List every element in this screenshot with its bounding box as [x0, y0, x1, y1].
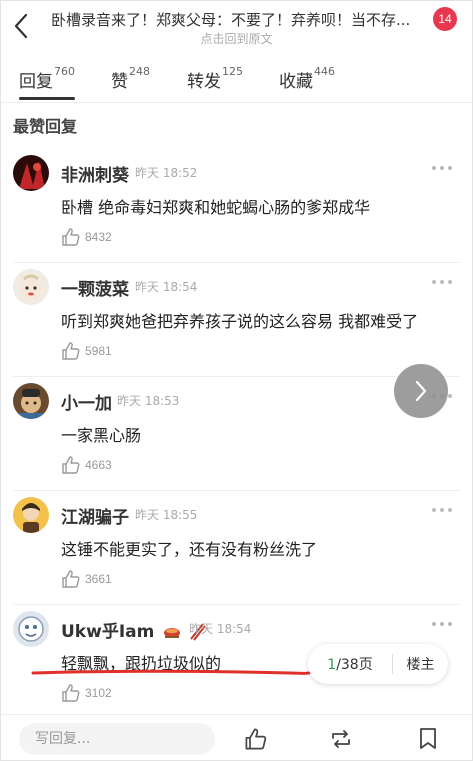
- like-button[interactable]: 3661: [61, 568, 112, 590]
- avatar[interactable]: [13, 611, 49, 647]
- like-post-button[interactable]: [243, 726, 269, 752]
- comment-text: 一家黑心肠: [61, 426, 142, 445]
- tab-replies[interactable]: 回复760: [19, 65, 75, 92]
- comment-item[interactable]: 非洲刺葵 昨天 18:52 卧槽 绝命毒妇郑爽和她蛇蝎心肠的爹郑成华 8432: [1, 149, 472, 263]
- avatar[interactable]: [13, 383, 49, 419]
- comment-text: 卧槽 绝命毒妇郑爽和她蛇蝎心肠的爹郑成华: [61, 198, 371, 217]
- username[interactable]: 小一加: [61, 389, 112, 414]
- bookmark-button[interactable]: [415, 726, 441, 752]
- repost-button[interactable]: [328, 726, 354, 752]
- tab-count: 248: [129, 65, 150, 78]
- username-text: Ukw乎Iam: [61, 622, 155, 642]
- tab-bar: 回复760 赞248 转发125 收藏446: [1, 59, 472, 101]
- thumbs-up-icon: [245, 728, 267, 750]
- tab-count: 760: [54, 65, 75, 78]
- post-title[interactable]: 卧槽录音来了！郑爽父母：不要了！弃养呗！当不存...: [51, 9, 411, 30]
- total-pages: /38页: [336, 657, 373, 673]
- tab-label: 赞: [111, 72, 128, 92]
- more-options-button[interactable]: [432, 619, 452, 629]
- thumbs-up-icon: [62, 684, 80, 702]
- tab-label: 转发: [187, 72, 221, 92]
- username[interactable]: Ukw乎Iam: [61, 617, 206, 642]
- more-options-button[interactable]: [432, 163, 452, 173]
- current-page: 1: [327, 657, 337, 673]
- timestamp: 昨天 18:54: [189, 622, 252, 636]
- like-button[interactable]: 5981: [61, 340, 112, 362]
- page-indicator[interactable]: 1/38页: [308, 654, 392, 674]
- red-underline-annotation: [31, 669, 311, 675]
- timestamp: 昨天 18:54: [135, 280, 198, 294]
- avatar[interactable]: [13, 497, 49, 533]
- tab-label: 收藏: [279, 72, 313, 92]
- like-count: 4663: [85, 458, 112, 472]
- comment-item[interactable]: 一颗菠菜 昨天 18:54 听到郑爽她爸把弃养孩子说的这么容易 我都难受了 59…: [1, 263, 472, 377]
- comment-text: 这锤不能更实了，还有没有粉丝洗了: [61, 540, 318, 559]
- tab-reposts[interactable]: 转发125: [187, 65, 243, 92]
- like-count: 3102: [85, 686, 112, 700]
- avatar[interactable]: [13, 269, 49, 305]
- username[interactable]: 非洲刺葵: [61, 161, 129, 186]
- like-button[interactable]: 3102: [61, 682, 112, 704]
- hotpot-emoji-icon: [164, 628, 181, 638]
- tab-label: 回复: [19, 72, 53, 92]
- notification-badge[interactable]: 14: [433, 7, 457, 31]
- reply-input[interactable]: 写回复...: [19, 723, 215, 755]
- like-count: 5981: [85, 344, 112, 358]
- thumbs-up-icon: [62, 342, 80, 360]
- bottom-action-bar: 写回复...: [1, 714, 472, 760]
- username[interactable]: 一颗菠菜: [61, 275, 129, 300]
- thumbs-up-icon: [62, 570, 80, 588]
- thumbs-up-icon: [62, 228, 80, 246]
- repost-icon: [332, 730, 350, 748]
- timestamp: 昨天 18:53: [117, 394, 180, 408]
- divider: [1, 102, 472, 103]
- pager: 1/38页 楼主: [308, 644, 448, 684]
- bookmark-icon: [420, 728, 436, 749]
- screen: 卧槽录音来了！郑爽父母：不要了！弃养呗！当不存... 点击回到原文 14 回复7…: [0, 0, 473, 761]
- like-count: 8432: [85, 230, 112, 244]
- more-options-button[interactable]: [432, 505, 452, 515]
- tab-count: 446: [314, 65, 335, 78]
- active-tab-indicator: [19, 97, 75, 100]
- chevron-right-icon: [415, 380, 427, 402]
- timestamp: 昨天 18:52: [135, 166, 198, 180]
- comment-item[interactable]: 江湖骗子 昨天 18:55 这锤不能更实了，还有没有粉丝洗了 3661: [1, 491, 472, 605]
- like-button[interactable]: 4663: [61, 454, 112, 476]
- tab-likes[interactable]: 赞248: [111, 65, 150, 92]
- like-count: 3661: [85, 572, 112, 586]
- timestamp: 昨天 18:55: [135, 508, 198, 522]
- username[interactable]: 江湖骗子: [61, 503, 129, 528]
- avatar[interactable]: [13, 155, 49, 191]
- header: 卧槽录音来了！郑爽父母：不要了！弃养呗！当不存... 点击回到原文 14: [1, 1, 472, 51]
- next-post-button[interactable]: [394, 364, 448, 418]
- more-options-button[interactable]: [432, 277, 452, 287]
- section-title: 最赞回复: [13, 117, 78, 136]
- like-button[interactable]: 8432: [61, 226, 112, 248]
- op-only-button[interactable]: 楼主: [393, 654, 448, 674]
- tab-favorites[interactable]: 收藏446: [279, 65, 335, 92]
- thumbs-up-icon: [62, 456, 80, 474]
- comment-text: 听到郑爽她爸把弃养孩子说的这么容易 我都难受了: [61, 312, 419, 331]
- tab-count: 125: [222, 65, 243, 78]
- back-to-post-link[interactable]: 点击回到原文: [1, 30, 472, 47]
